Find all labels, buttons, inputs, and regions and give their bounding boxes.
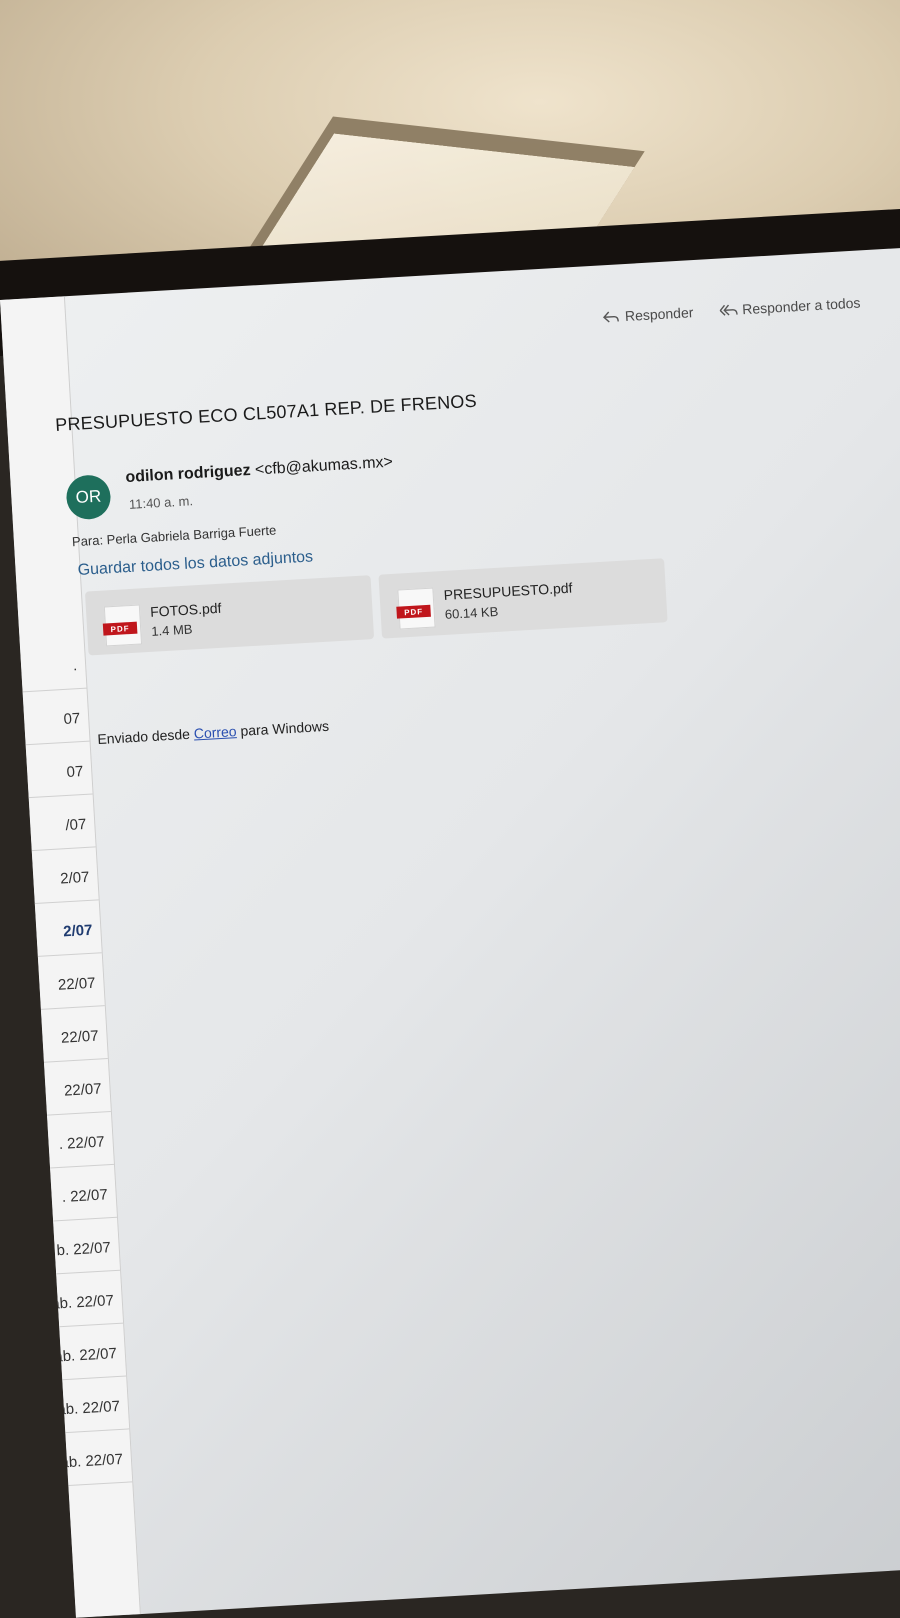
list-item[interactable]: áb. 22/07 xyxy=(51,1270,124,1328)
list-item[interactable]: . 22/07 xyxy=(47,1111,114,1169)
reply-toolbar: Responder Responder a todos xyxy=(602,294,861,325)
reply-all-icon xyxy=(718,304,738,316)
sender[interactable]: odilon rodriguez <cfb@akumas.mx> xyxy=(125,454,393,487)
list-item-date: áb. 22/07 xyxy=(50,1292,115,1313)
message-subject: PRESUPUESTO ECO CL507A1 REP. DE FRENOS xyxy=(54,390,478,436)
list-item[interactable]: 07 xyxy=(22,688,90,746)
pdf-icon-label: PDF xyxy=(396,604,431,619)
list-item[interactable]: 22/07 xyxy=(40,1006,108,1063)
reply-icon xyxy=(603,311,619,323)
list-item[interactable]: sáb. 22/07 xyxy=(49,1376,130,1434)
list-item[interactable]: sáb. 22/07 xyxy=(53,1429,133,1487)
list-item-date: . xyxy=(72,657,78,675)
reply-all-label: Responder a todos xyxy=(741,294,861,318)
recipient-line: Para: Perla Gabriela Barriga Fuerte xyxy=(71,522,277,550)
sender-email: <cfb@akumas.mx> xyxy=(254,453,394,479)
reply-all-button[interactable]: Responder a todos xyxy=(718,294,861,318)
mail-window: . 07 07 /07 2/07 2/07 22/07 22/07 22/07 … xyxy=(0,245,900,1618)
list-item-date: áb. 22/07 xyxy=(53,1345,118,1366)
list-item-date: /07 xyxy=(65,815,87,835)
list-item-date: . 22/07 xyxy=(58,1133,106,1153)
reply-label: Responder xyxy=(624,304,694,325)
list-item-date: sáb. 22/07 xyxy=(52,1450,124,1472)
email-signature: Enviado desde Correo para Windows xyxy=(97,718,329,747)
list-item[interactable]: 22/07 xyxy=(43,1059,111,1116)
list-item-date: sáb. 22/07 xyxy=(49,1397,121,1419)
list-item-date: 07 xyxy=(63,710,81,729)
list-item[interactable]: 22/07 xyxy=(37,953,105,1010)
list-item-date: b. 22/07 xyxy=(56,1239,112,1260)
list-item-date: 2/07 xyxy=(59,868,90,888)
signature-suffix: para Windows xyxy=(239,717,330,739)
attachment-card[interactable]: PDF FOTOS.pdf 1.4 MB xyxy=(84,575,375,656)
list-item-date: 2/07 xyxy=(62,921,93,941)
list-item-date: . 22/07 xyxy=(61,1186,109,1206)
list-item-date: 22/07 xyxy=(60,1027,100,1047)
list-item-selected[interactable]: 2/07 xyxy=(34,900,102,957)
correo-link[interactable]: Correo xyxy=(193,723,237,741)
message-time: 11:40 a. m. xyxy=(128,493,194,512)
list-item[interactable]: . 22/07 xyxy=(50,1164,118,1222)
list-item[interactable]: 07 xyxy=(25,741,93,799)
attachment-size: 1.4 MB xyxy=(150,621,193,639)
list-item[interactable]: . xyxy=(19,635,87,693)
pdf-icon-label: PDF xyxy=(102,621,138,636)
pdf-icon: PDF xyxy=(396,587,436,630)
attachment-name: PRESUPUESTO.pdf xyxy=(443,579,573,603)
list-item[interactable]: /07 xyxy=(28,794,96,852)
list-item[interactable]: áb. 22/07 xyxy=(54,1323,127,1381)
sender-name: odilon rodriguez xyxy=(124,461,252,487)
list-item[interactable]: b. 22/07 xyxy=(53,1217,121,1275)
attachment-card[interactable]: PDF PRESUPUESTO.pdf 60.14 KB xyxy=(378,558,668,639)
reply-button[interactable]: Responder xyxy=(602,304,694,325)
attachment-name: FOTOS.pdf xyxy=(149,599,222,620)
pdf-icon: PDF xyxy=(102,604,143,647)
list-item-date: 07 xyxy=(66,763,84,781)
list-item-date: 22/07 xyxy=(57,974,96,994)
save-all-attachments-link[interactable]: Guardar todos los datos adjuntos xyxy=(77,548,313,580)
signature-prefix: Enviado desde xyxy=(96,725,191,748)
list-item[interactable]: 2/07 xyxy=(31,847,99,904)
attachment-size: 60.14 KB xyxy=(444,603,499,622)
message-list-top xyxy=(0,296,83,639)
list-item-date: 22/07 xyxy=(63,1080,103,1100)
